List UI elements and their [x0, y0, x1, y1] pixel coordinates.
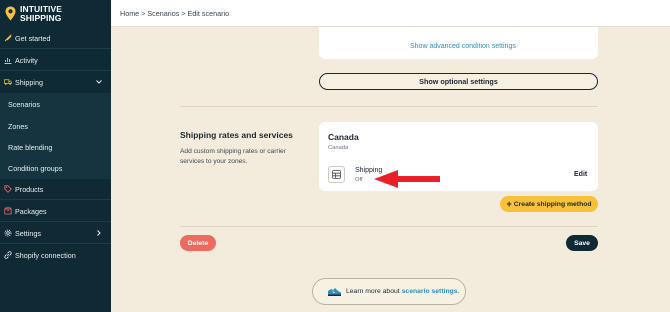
top-bar: Home > Scenarios > Edit scenario: [111, 0, 670, 27]
breadcrumb[interactable]: Home > Scenarios > Edit scenario: [120, 9, 229, 18]
edit-shipping-method-link[interactable]: Edit: [574, 171, 587, 178]
sidebar-item-shipping[interactable]: Shipping: [0, 71, 111, 93]
delete-button[interactable]: Delete: [180, 235, 216, 251]
show-advanced-condition-settings-link[interactable]: Show advanced condition settings: [410, 43, 516, 50]
rocket-icon: [4, 34, 12, 42]
sneaker-icon: [328, 288, 341, 296]
show-optional-settings-button[interactable]: Show optional settings: [319, 73, 598, 90]
create-shipping-method-button[interactable]: + Create shipping method: [500, 196, 598, 212]
zone-title: Canada: [328, 132, 359, 142]
sidebar-item-label: Packages: [15, 206, 47, 216]
tag-icon: [4, 185, 12, 193]
sidebar-item-label: Condition groups: [8, 163, 63, 173]
zone-subtitle: Canada: [328, 145, 349, 151]
sidebar-item-label: Rate blending: [8, 142, 53, 152]
learn-more-pill: Learn more about scenario settings .: [312, 278, 466, 305]
sidebar-item-condition-groups[interactable]: Condition groups: [0, 157, 111, 179]
truck-icon: [4, 78, 12, 86]
sidebar-item-label: Shopify connection: [15, 250, 76, 260]
location-pin-icon: [5, 6, 16, 21]
sidebar-item-scenarios[interactable]: Scenarios: [0, 93, 111, 115]
sidebar-item-packages[interactable]: Packages: [0, 200, 111, 222]
link-icon: [4, 251, 12, 259]
sidebar-item-label: Zones: [8, 121, 28, 131]
sidebar-item-label: Activity: [15, 55, 38, 65]
sidebar-item-settings[interactable]: Settings: [0, 222, 111, 244]
sidebar-item-label: Get started: [15, 33, 51, 43]
package-icon: [4, 207, 12, 215]
save-button[interactable]: Save: [566, 235, 598, 251]
section-divider: [180, 226, 598, 227]
sidebar-item-activity[interactable]: Activity: [0, 49, 111, 71]
gear-icon: [4, 229, 12, 237]
section-divider: [180, 106, 598, 107]
sidebar-item-label: Scenarios: [8, 99, 40, 109]
red-arrow-annotation: [374, 170, 440, 188]
sidebar-item-label: Settings: [15, 228, 41, 238]
sidebar-item-shopify-connection[interactable]: Shopify connection: [0, 244, 111, 266]
plus-icon: +: [506, 198, 512, 209]
sidebar-item-label: Shipping: [15, 77, 43, 87]
create-shipping-method-label: Create shipping method: [513, 200, 592, 208]
activity-chart-icon: [4, 56, 12, 64]
shipping-method-status: Off: [355, 177, 363, 183]
learn-more-text: Learn more about: [346, 288, 400, 295]
scenario-settings-link[interactable]: scenario settings: [402, 288, 458, 295]
brand-name: INTUITIVE SHIPPING: [20, 4, 62, 23]
sidebar: INTUITIVE SHIPPING Get started Activity …: [0, 0, 111, 312]
sidebar-item-rate-blending[interactable]: Rate blending: [0, 136, 111, 158]
sidebar-item-label: Products: [15, 184, 44, 194]
chevron-right-icon: [97, 230, 101, 236]
section-title: Shipping rates and services: [180, 130, 293, 140]
learn-more-suffix: .: [457, 288, 460, 295]
chevron-down-icon: [96, 80, 102, 84]
brand-logo[interactable]: INTUITIVE SHIPPING: [0, 0, 111, 27]
sidebar-item-products[interactable]: Products: [0, 178, 111, 200]
sidebar-item-zones[interactable]: Zones: [0, 115, 111, 137]
sidebar-item-get-started[interactable]: Get started: [0, 27, 111, 49]
table-icon: [328, 166, 345, 183]
section-description: Add custom shipping rates or carrier ser…: [180, 148, 286, 165]
